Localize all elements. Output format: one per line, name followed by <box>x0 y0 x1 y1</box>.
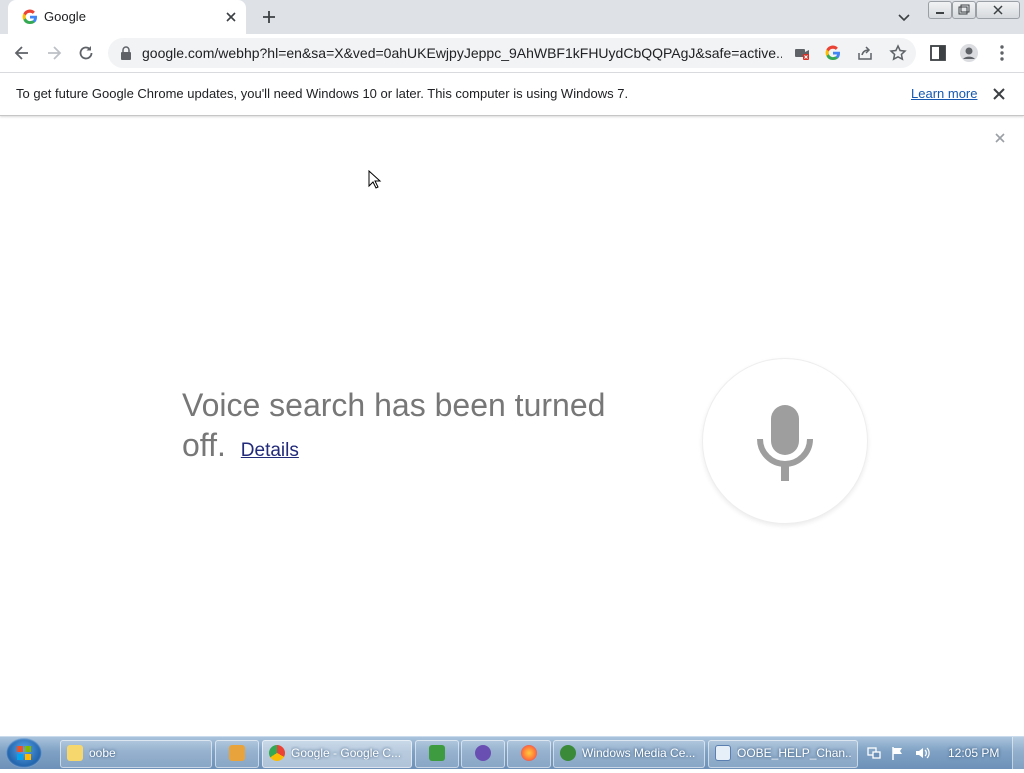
taskbar-item-oobe[interactable]: oobe <box>60 740 212 768</box>
menu-kebab-icon[interactable] <box>992 43 1012 63</box>
taskbar-item-label: Windows Media Ce... <box>582 746 696 760</box>
document-icon <box>715 745 731 761</box>
learn-more-link[interactable]: Learn more <box>911 86 977 101</box>
close-window-button[interactable] <box>976 1 1020 19</box>
forward-arrow-icon[interactable] <box>44 43 64 63</box>
taskbar-item-firefox[interactable] <box>507 740 551 768</box>
share-icon[interactable] <box>857 45 873 61</box>
taskbar-item-chrome[interactable]: Google - Google C... <box>262 740 412 768</box>
windows-logo-icon <box>17 746 31 760</box>
restore-icon <box>958 4 970 15</box>
side-panel-icon[interactable] <box>928 43 948 63</box>
network-icon[interactable] <box>866 745 882 761</box>
obs-icon <box>475 745 491 761</box>
taskbar-item-app[interactable] <box>415 740 459 768</box>
back-arrow-icon[interactable] <box>12 43 32 63</box>
chevron-down-icon[interactable] <box>896 9 912 25</box>
google-g-icon <box>22 9 37 25</box>
camera-blocked-icon[interactable] <box>794 45 810 61</box>
tab-title: Google <box>44 9 86 24</box>
start-button[interactable] <box>6 738 42 768</box>
google-lens-icon[interactable] <box>825 45 841 61</box>
close-icon <box>993 5 1003 15</box>
microphone-icon <box>757 405 813 481</box>
voice-message-line1: Voice search has been turned <box>182 387 606 423</box>
firefox-icon <box>521 745 537 761</box>
microphone-button[interactable] <box>702 358 868 524</box>
show-desktop-button[interactable] <box>1012 737 1024 769</box>
voice-search-message: Voice search has been turned off. Detail… <box>182 385 622 471</box>
close-overlay-icon[interactable] <box>992 130 1008 146</box>
media-player-icon <box>229 745 245 761</box>
address-bar[interactable]: google.com/webhp?hl=en&sa=X&ved=0ahUKEwj… <box>108 38 916 68</box>
voice-message-line2: off. <box>182 427 226 463</box>
taskbar-item-label: Google - Google C... <box>291 746 402 760</box>
minimize-icon <box>936 12 944 14</box>
new-tab-icon[interactable] <box>260 8 278 26</box>
media-center-icon <box>560 745 576 761</box>
infobar-message: To get future Google Chrome updates, you… <box>16 86 629 101</box>
mouse-cursor-icon <box>368 170 382 189</box>
taskbar-item-label: oobe <box>89 746 116 760</box>
restore-button[interactable] <box>952 1 976 19</box>
details-link[interactable]: Details <box>241 440 299 461</box>
volume-icon[interactable] <box>914 745 930 761</box>
taskbar-clock[interactable]: 12:05 PM <box>948 746 999 760</box>
bookmark-star-icon[interactable] <box>889 44 907 62</box>
chrome-icon <box>269 745 285 761</box>
taskbar-item-oobe-help[interactable]: OOBE_HELP_Chan... <box>708 740 858 768</box>
browser-toolbar: google.com/webhp?hl=en&sa=X&ved=0ahUKEwj… <box>0 34 1024 73</box>
taskbar-item-media-center[interactable]: Windows Media Ce... <box>553 740 705 768</box>
taskbar-item-obs[interactable] <box>461 740 505 768</box>
minimize-button[interactable] <box>928 1 952 19</box>
update-infobar: To get future Google Chrome updates, you… <box>0 73 1024 116</box>
close-icon[interactable] <box>990 85 1008 103</box>
tab-google[interactable]: Google <box>8 0 246 34</box>
folder-icon <box>67 745 83 761</box>
profile-avatar-icon[interactable] <box>959 43 979 63</box>
tab-strip: Google <box>0 0 1024 34</box>
reload-icon[interactable] <box>76 43 96 63</box>
windows-taskbar: oobe Google - Google C... Windows Media … <box>0 736 1024 769</box>
app-icon <box>429 745 445 761</box>
taskbar-item-label: OOBE_HELP_Chan... <box>737 746 851 760</box>
lock-icon[interactable] <box>120 46 132 60</box>
taskbar-item-media-player[interactable] <box>215 740 259 768</box>
url-text[interactable]: google.com/webhp?hl=en&sa=X&ved=0ahUKEwj… <box>142 45 782 61</box>
action-center-flag-icon[interactable] <box>890 745 906 761</box>
close-tab-icon[interactable] <box>222 8 240 26</box>
